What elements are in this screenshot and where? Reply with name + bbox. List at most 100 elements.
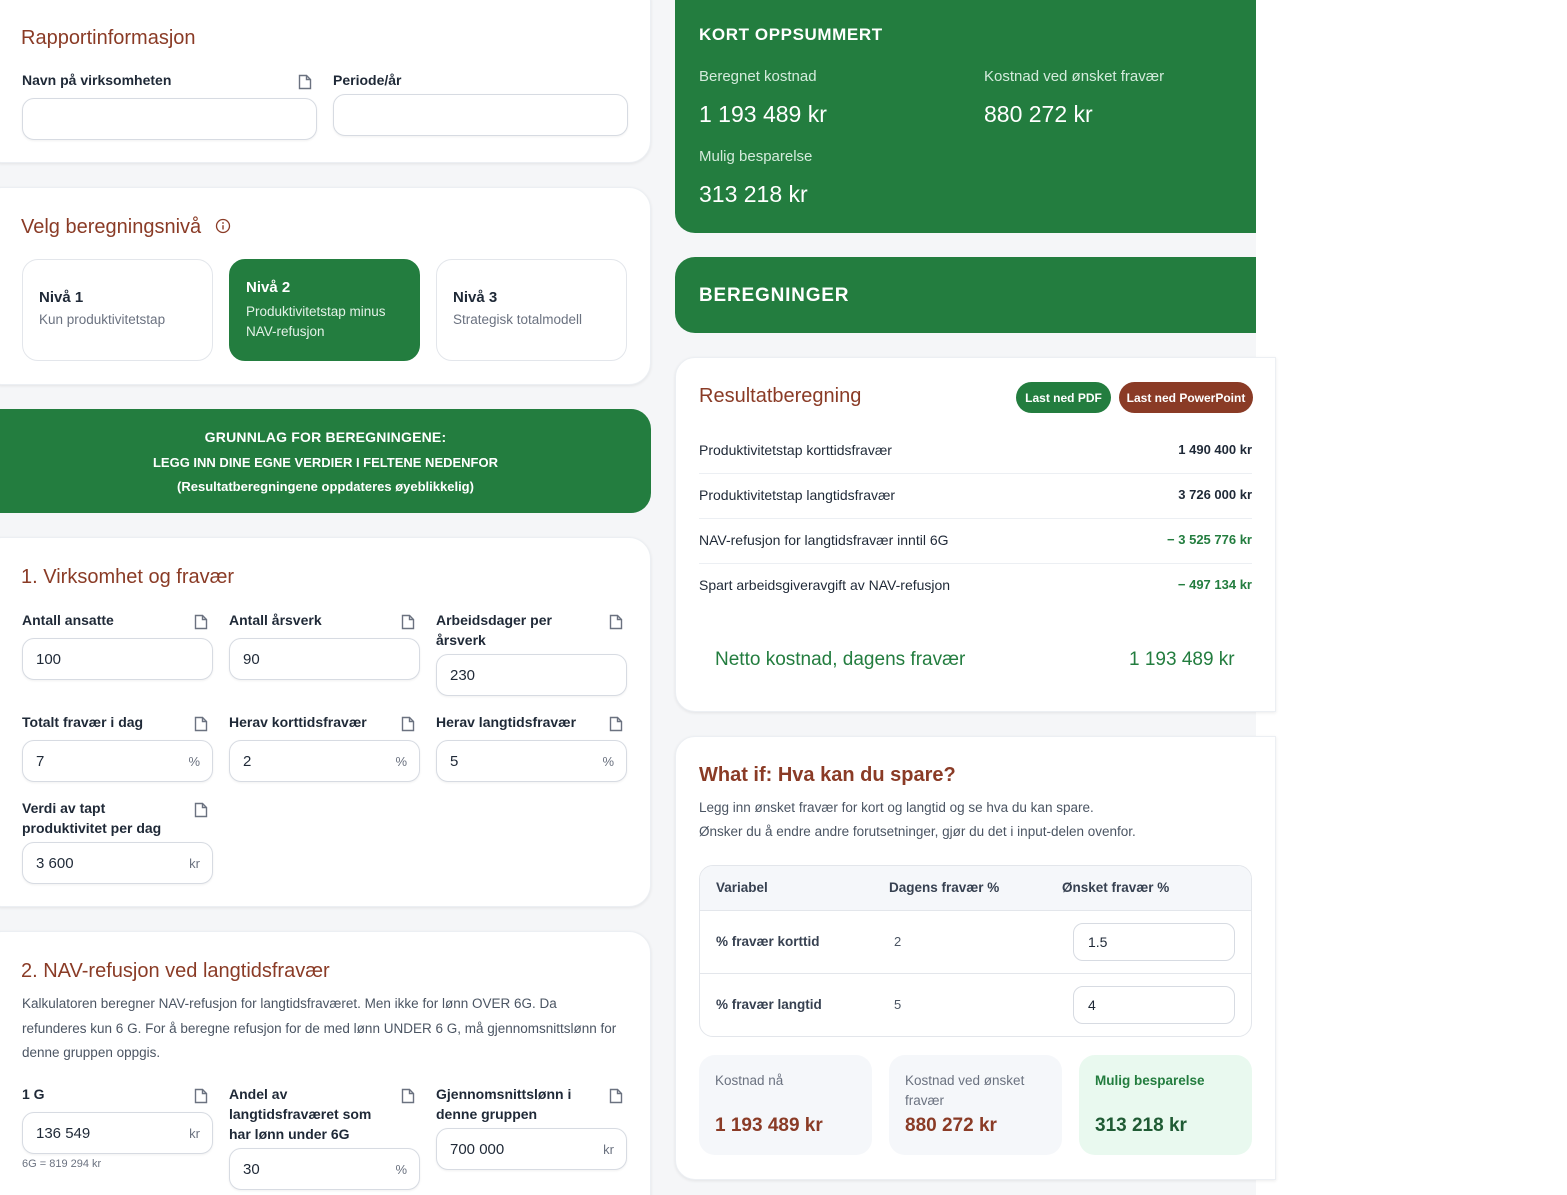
level-option-1[interactable]: Nivå 1 Kun produktivitetstap [22,259,213,361]
fte-label: Antall årsverk [229,612,322,628]
report-info-title: Rapportinformasjon [21,27,196,49]
kr-unit: kr [189,855,200,871]
workdays-input[interactable]: 230 [436,654,627,696]
period-input[interactable] [333,94,628,136]
tile-label: Kostnad nå [715,1073,784,1088]
cost-now-tile: Kostnad nå 1 193 489 kr [699,1055,872,1155]
column-header: Dagens fravær % [889,880,1000,895]
productivity-label: Verdi av tapt produktivitet per dag [22,800,162,836]
percent-unit: % [602,753,614,769]
employees-input[interactable]: 100 [22,638,213,680]
section-2-card: 2. NAV-refusjon ved langtidsfravær Kalku… [0,931,651,1195]
tile-value: 313 218 kr [1095,1115,1187,1136]
download-pdf-button[interactable]: Last ned PDF [1016,382,1111,413]
result-row: NAV-refusjon for langtidsfravær inntil 6… [699,519,1252,564]
document-icon[interactable] [401,1088,415,1104]
kr-unit: kr [603,1141,614,1157]
g-input[interactable]: 136 549 kr [22,1112,213,1154]
result-row-label: NAV-refusjon for langtidsfravær inntil 6… [699,532,949,548]
workdays-label: Arbeidsdager per årsverk [436,612,552,648]
result-row-value: 1 490 400 kr [1178,442,1252,457]
row-label: % fravær korttid [716,934,820,949]
result-row-value: − 3 525 776 kr [1167,532,1252,547]
input-value: 3 600 [36,854,74,872]
avg-salary-input[interactable]: 700 000 kr [436,1128,627,1170]
saving-value: 313 218 kr [699,181,808,207]
summary-title: KORT OPPSUMMERT [699,25,883,44]
long-absence-input[interactable]: 5% [436,740,627,782]
document-icon[interactable] [609,614,623,630]
input-value: 90 [243,650,260,668]
kr-unit: kr [189,1125,200,1141]
short-absence-input[interactable]: 2% [229,740,420,782]
whatif-description-2: Ønsker du å endre andre forutsetninger, … [699,824,1136,839]
employees-label: Antall ansatte [22,612,114,628]
banner-line-1: GRUNNLAG FOR BEREGNINGENE: [204,429,447,445]
banner-line-2: LEGG INN DINE EGNE VERDIER I FELTENE NED… [152,455,498,470]
share-label: Andel av langtidsfraværet som har lønn u… [229,1086,372,1142]
level-option-3[interactable]: Nivå 3 Strategisk totalmodell [436,259,627,361]
percent-unit: % [188,753,200,769]
level-option-title: Nivå 2 [246,279,291,296]
level-title: Velg beregningsnivå [21,216,202,238]
row-label: % fravær langtid [716,997,822,1012]
period-label: Periode/år [333,72,402,88]
company-input[interactable] [22,98,317,140]
whatif-title: What if: Hva kan du spare? [699,764,956,786]
desired-cost-value: 880 272 kr [984,101,1093,127]
document-icon[interactable] [194,1088,208,1104]
document-icon[interactable] [609,716,623,732]
share-input[interactable]: 30% [229,1148,420,1190]
document-icon[interactable] [401,614,415,630]
document-icon[interactable] [401,716,415,732]
result-row: Produktivitetstap langtidsfravær 3 726 0… [699,474,1252,519]
blank-area [1256,0,1567,1195]
short-absence-label: Herav korttidsfravær [229,714,367,730]
input-value: 5 [450,752,459,770]
document-icon[interactable] [194,802,208,818]
column-header: Ønsket fravær % [1062,880,1170,895]
whatif-description-1: Legg inn ønsket fravær for kort og langt… [699,800,1094,815]
document-icon[interactable] [609,1088,623,1104]
desired-short-input[interactable]: 1.5 [1073,923,1235,961]
result-row: Spart arbeidsgiveravgift av NAV-refusjon… [699,564,1252,609]
desired-long-input[interactable]: 4 [1073,986,1235,1024]
input-value: 136 549 [36,1124,91,1142]
document-icon[interactable] [194,614,208,630]
fte-input[interactable]: 90 [229,638,420,680]
avg-salary-label: Gjennomsnittslønn i denne gruppen [436,1086,572,1122]
level-option-subtitle: Strategisk totalmodell [453,312,583,327]
tile-label: Kostnad ved ønsket fravær [905,1073,1025,1108]
calculations-header: BEREGNINGER [675,257,1256,333]
instructions-banner: GRUNNLAG FOR BEREGNINGENE: LEGG INN DINE… [0,409,651,513]
input-value: 230 [450,666,476,684]
download-powerpoint-button[interactable]: Last ned PowerPoint [1119,382,1253,413]
result-row-label: Produktivitetstap langtidsfravær [699,487,896,503]
level-option-title: Nivå 3 [453,289,498,306]
section-1-card: 1. Virksomhet og fravær Antall ansatte 1… [0,537,651,907]
level-option-subtitle: Kun produktivitetstap [39,312,166,327]
input-value: 2 [243,752,252,770]
productivity-input[interactable]: 3 600 kr [22,842,213,884]
whatif-card: What if: Hva kan du spare? Legg inn ønsk… [675,736,1276,1180]
input-value: 1.5 [1088,934,1108,950]
column-header: Variabel [716,880,768,895]
banner-line-3: (Resultatberegningene oppdateres øyeblik… [177,479,474,494]
info-icon[interactable] [215,218,231,234]
whatif-table: Variabel Dagens fravær % Ønsket fravær %… [699,865,1252,1037]
desired-cost-tile: Kostnad ved ønsket fravær 880 272 kr [889,1055,1062,1155]
total-absence-input[interactable]: 7% [22,740,213,782]
section-1-title: 1. Virksomhet og fravær [21,566,235,588]
document-icon[interactable] [298,74,312,90]
input-value: 30 [243,1160,260,1178]
result-card: Resultatberegning Last ned PDF Last ned … [675,357,1276,712]
level-option-subtitle: Produktivitetstap minus NAV-refusjon [246,304,386,339]
table-row: % fravær korttid 2 1.5 [700,911,1251,974]
level-option-2[interactable]: Nivå 2 Produktivitetstap minus NAV-refus… [229,259,420,361]
document-icon[interactable] [194,716,208,732]
tile-value: 880 272 kr [905,1115,997,1136]
level-option-title: Nivå 1 [39,289,84,306]
result-row-value: − 497 134 kr [1177,577,1252,592]
net-cost-value: 1 193 489 kr [1129,649,1235,670]
input-value: 100 [36,650,62,668]
